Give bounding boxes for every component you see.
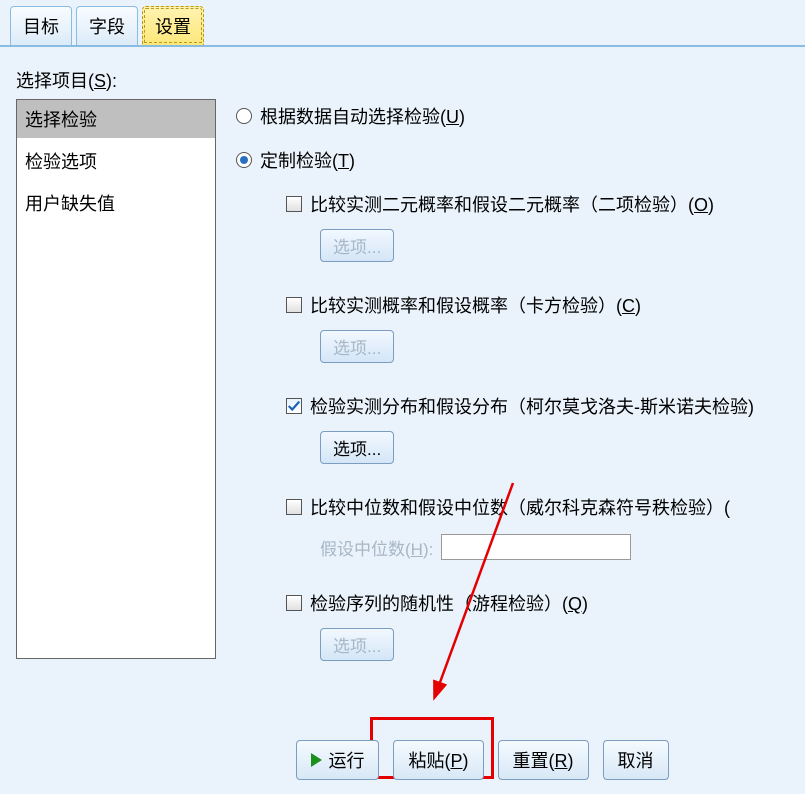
list-item-test-options[interactable]: 检验选项 <box>17 142 215 180</box>
play-icon <box>311 753 322 767</box>
group-chisquare: 比较实测概率和假设概率（卡方检验）(C) 选项... <box>286 292 795 363</box>
checkbox-chisquare[interactable]: 比较实测概率和假设概率（卡方检验）(C) <box>286 292 795 318</box>
tab-settings[interactable]: 设置 <box>142 6 204 45</box>
checkbox-chisquare-box <box>286 297 302 313</box>
radio-custom-indicator <box>236 152 252 168</box>
group-ks: 检验实测分布和假设分布（柯尔莫戈洛夫-斯米诺夫检验) 选项... <box>286 393 795 464</box>
tab-bar: 目标 字段 设置 <box>0 0 805 47</box>
checkbox-runs-box <box>286 595 302 611</box>
hypothesized-median-input[interactable] <box>441 534 631 560</box>
checkbox-binomial[interactable]: 比较实测二元概率和假设二元概率（二项检验）(O) <box>286 191 795 217</box>
paste-button[interactable]: 粘贴(P) <box>393 740 483 780</box>
dialog-window: 目标 字段 设置 选择项目(S): 选择检验 检验选项 用户缺失值 根据数据自动… <box>0 0 805 794</box>
check-icon <box>287 399 301 413</box>
right-column: 根据数据自动选择检验(U) 定制检验(T) 比较实测二元概率和假设二元概率（二项… <box>236 67 795 691</box>
list-item-select-test[interactable]: 选择检验 <box>17 100 215 138</box>
radio-custom-label: 定制检验(T) <box>260 147 355 173</box>
checkbox-chisquare-label: 比较实测概率和假设概率（卡方检验）(C) <box>310 292 641 318</box>
checkbox-wilcoxon[interactable]: 比较中位数和假设中位数（威尔科克森符号秩检验）( <box>286 494 795 520</box>
radio-custom[interactable]: 定制检验(T) <box>236 147 795 173</box>
checkbox-runs[interactable]: 检验序列的随机性（游程检验）(Q) <box>286 590 795 616</box>
group-wilcoxon: 比较中位数和假设中位数（威尔科克森符号秩检验）( 假设中位数(H): <box>286 494 795 560</box>
checkbox-binomial-label: 比较实测二元概率和假设二元概率（二项检验）(O) <box>310 191 714 217</box>
radio-auto[interactable]: 根据数据自动选择检验(U) <box>236 103 795 129</box>
chisquare-options-button: 选项... <box>320 330 394 363</box>
checkbox-ks[interactable]: 检验实测分布和假设分布（柯尔莫戈洛夫-斯米诺夫检验) <box>286 393 795 419</box>
reset-button-label: 重置(R) <box>513 747 574 773</box>
cancel-button-label: 取消 <box>618 747 654 773</box>
select-items-label: 选择项目(S): <box>16 67 216 93</box>
group-binomial: 比较实测二元概率和假设二元概率（二项检验）(O) 选项... <box>286 191 795 262</box>
run-button-label: 运行 <box>328 747 364 773</box>
tab-target[interactable]: 目标 <box>10 6 72 45</box>
hypothesized-median-row: 假设中位数(H): <box>320 534 631 560</box>
radio-auto-indicator <box>236 108 252 124</box>
checkbox-wilcoxon-box <box>286 499 302 515</box>
button-bar: 运行 粘贴(P) 重置(R) 取消 <box>0 740 805 780</box>
checkbox-ks-label: 检验实测分布和假设分布（柯尔莫戈洛夫-斯米诺夫检验) <box>310 393 754 419</box>
ks-options-button[interactable]: 选项... <box>320 431 394 464</box>
binomial-options-button: 选项... <box>320 229 394 262</box>
radio-auto-label: 根据数据自动选择检验(U) <box>260 103 465 129</box>
cancel-button[interactable]: 取消 <box>603 740 669 780</box>
checkbox-runs-label: 检验序列的随机性（游程检验）(Q) <box>310 590 588 616</box>
checkbox-ks-box <box>286 398 302 414</box>
reset-button[interactable]: 重置(R) <box>498 740 589 780</box>
checkbox-wilcoxon-label: 比较中位数和假设中位数（威尔科克森符号秩检验）( <box>310 494 730 520</box>
checkbox-binomial-box <box>286 196 302 212</box>
runs-options-button: 选项... <box>320 628 394 661</box>
tab-fields[interactable]: 字段 <box>76 6 138 45</box>
list-item-user-missing[interactable]: 用户缺失值 <box>17 184 215 222</box>
paste-button-label: 粘贴(P) <box>408 747 468 773</box>
content-area: 选择项目(S): 选择检验 检验选项 用户缺失值 根据数据自动选择检验(U) 定… <box>0 47 805 691</box>
left-column: 选择项目(S): 选择检验 检验选项 用户缺失值 <box>16 67 216 691</box>
items-listbox[interactable]: 选择检验 检验选项 用户缺失值 <box>16 99 216 659</box>
group-runs: 检验序列的随机性（游程检验）(Q) 选项... <box>286 590 795 661</box>
hypothesized-median-label: 假设中位数(H): <box>320 535 433 560</box>
run-button[interactable]: 运行 <box>296 740 379 780</box>
